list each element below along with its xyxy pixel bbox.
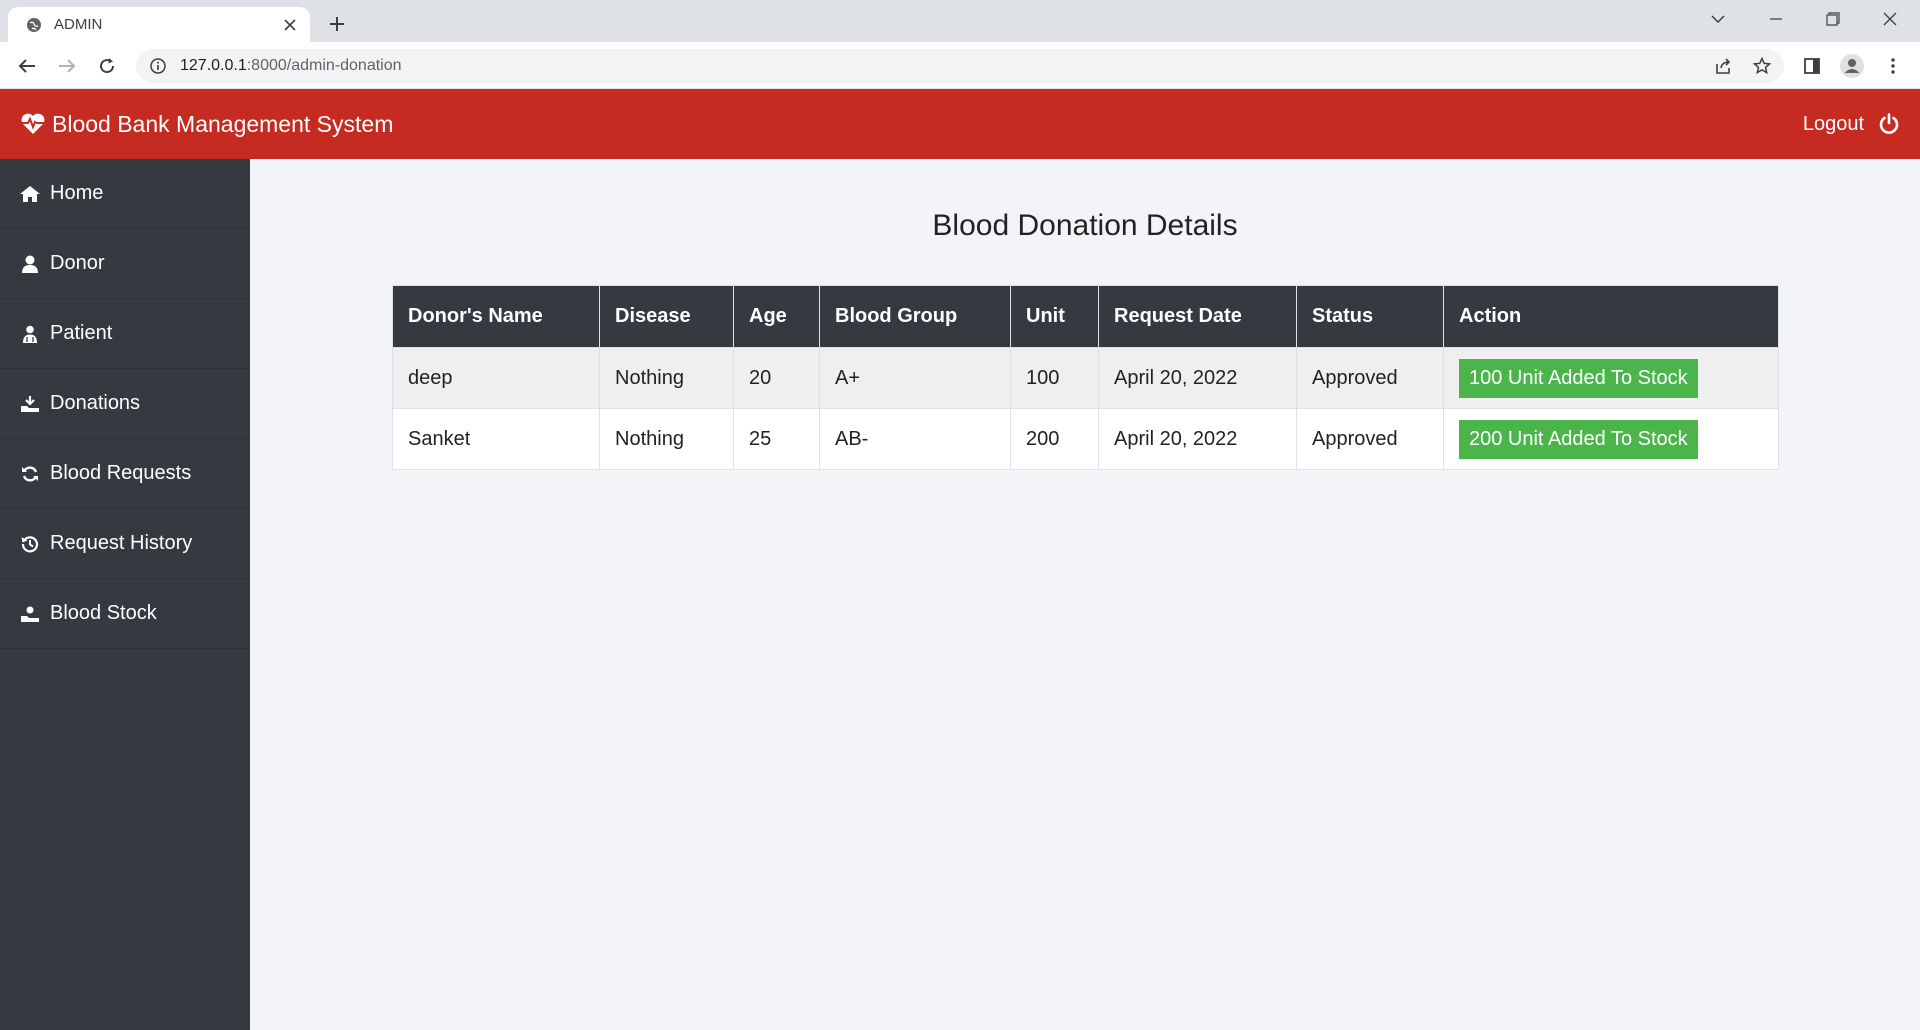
globe-icon (26, 17, 42, 33)
tab-search-icon[interactable] (1690, 0, 1746, 38)
sidebar-item-label: Donations (50, 392, 141, 414)
sidebar-item-blood-stock[interactable]: Blood Stock (0, 579, 250, 649)
column-header-unit: Unit (1010, 285, 1099, 348)
cell-action: 100 Unit Added To Stock (1443, 347, 1779, 409)
cell-blood-group: A+ (819, 347, 1011, 409)
kebab-menu-icon[interactable] (1876, 49, 1910, 83)
history-icon (18, 532, 42, 556)
browser-tab[interactable]: ADMIN (8, 7, 310, 42)
app-header: Blood Bank Management System Logout (0, 89, 1920, 159)
brand[interactable]: Blood Bank Management System (20, 111, 393, 138)
cell-status: Approved (1296, 408, 1444, 470)
column-header-disease: Disease (599, 285, 734, 348)
share-icon[interactable] (1706, 49, 1740, 83)
column-header-donor-name: Donor's Name (392, 285, 600, 348)
sidebar-item-label: Patient (50, 322, 113, 344)
sidebar-item-label: Blood Requests (50, 462, 192, 484)
cell-age: 20 (733, 347, 820, 409)
sidebar-item-label: Donor (50, 252, 105, 274)
back-icon[interactable] (11, 50, 43, 82)
sidebar-item-label: Blood Stock (50, 602, 157, 624)
sidebar-item-patient[interactable]: Patient (0, 299, 250, 369)
patient-icon (18, 322, 42, 346)
column-header-status: Status (1296, 285, 1444, 348)
refresh-icon (18, 462, 42, 486)
cell-status: Approved (1296, 347, 1444, 409)
cell-disease: Nothing (599, 347, 734, 409)
power-icon (1878, 113, 1900, 135)
page-title: Blood Donation Details (932, 209, 1238, 242)
cell-age: 25 (733, 408, 820, 470)
side-panel-icon[interactable] (1795, 49, 1829, 83)
sidebar-item-blood-requests[interactable]: Blood Requests (0, 439, 250, 509)
sidebar-item-home[interactable]: Home (0, 159, 250, 229)
table-row: deep Nothing 20 A+ 100 April 20, 2022 Ap… (392, 347, 1779, 409)
logout-button[interactable]: Logout (1803, 113, 1900, 136)
sidebar-item-label: Home (50, 182, 104, 204)
url-host: 127.0.0.1 (180, 57, 247, 74)
heartbeat-icon (20, 112, 46, 136)
profile-avatar-icon[interactable] (1835, 49, 1869, 83)
info-icon[interactable] (150, 58, 166, 74)
cell-unit: 200 (1010, 408, 1099, 470)
url-text: 127.0.0.1:8000/admin-donation (180, 57, 402, 75)
main-content: Blood Donation Details Donor's Name Dise… (250, 159, 1920, 1030)
reload-icon[interactable] (91, 50, 123, 82)
added-to-stock-button[interactable]: 100 Unit Added To Stock (1459, 358, 1698, 398)
sidebar-item-request-history[interactable]: Request History (0, 509, 250, 579)
home-icon (18, 182, 42, 206)
logout-label: Logout (1802, 112, 1864, 135)
sidebar-item-label: Request History (50, 532, 193, 554)
minimize-icon[interactable] (1748, 0, 1804, 38)
sidebar: Home Donor Patient Donations Blood Reque… (0, 159, 250, 1030)
forward-icon[interactable] (51, 50, 83, 82)
restore-icon[interactable] (1805, 0, 1861, 38)
cell-donor-name: Sanket (392, 408, 600, 470)
brand-title: Blood Bank Management System (52, 110, 394, 137)
sidebar-item-donations[interactable]: Donations (0, 369, 250, 439)
column-header-request-date: Request Date (1098, 285, 1297, 348)
cell-request-date: April 20, 2022 (1098, 408, 1297, 470)
cell-disease: Nothing (599, 408, 734, 470)
column-header-age: Age (733, 285, 820, 348)
url-path: :8000/admin-donation (246, 57, 402, 74)
user-icon (18, 252, 42, 276)
cell-blood-group: AB- (819, 408, 1011, 470)
donation-table: Donor's Name Disease Age Blood Group Uni… (392, 285, 1779, 470)
bookmark-star-icon[interactable] (1745, 49, 1779, 83)
browser-tabstrip: ADMIN (0, 0, 1920, 42)
added-to-stock-button[interactable]: 200 Unit Added To Stock (1459, 419, 1698, 459)
browser-toolbar: 127.0.0.1:8000/admin-donation (0, 42, 1920, 89)
table-header-row: Donor's Name Disease Age Blood Group Uni… (392, 285, 1779, 348)
new-tab-button[interactable] (322, 9, 352, 39)
stock-icon (18, 602, 42, 626)
cell-unit: 100 (1010, 347, 1099, 409)
cell-action: 200 Unit Added To Stock (1443, 408, 1779, 470)
sidebar-item-donor[interactable]: Donor (0, 229, 250, 299)
table-row: Sanket Nothing 25 AB- 200 April 20, 2022… (392, 408, 1779, 470)
tab-title: ADMIN (54, 16, 103, 33)
cell-donor-name: deep (392, 347, 600, 409)
close-tab-icon[interactable] (276, 11, 304, 39)
address-bar[interactable]: 127.0.0.1:8000/admin-donation (136, 49, 1784, 83)
donation-icon (18, 392, 42, 416)
column-header-action: Action (1443, 285, 1779, 348)
column-header-blood-group: Blood Group (819, 285, 1011, 348)
cell-request-date: April 20, 2022 (1098, 347, 1297, 409)
close-window-icon[interactable] (1862, 0, 1918, 38)
